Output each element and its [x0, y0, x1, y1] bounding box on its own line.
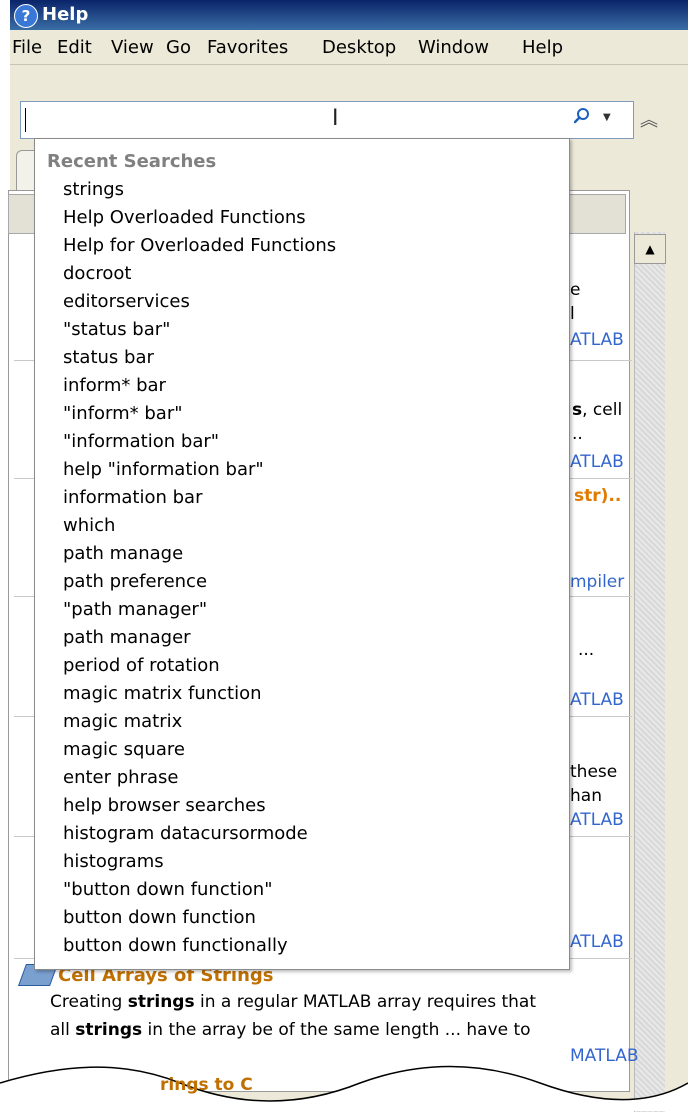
torn-edge [0, 1065, 688, 1111]
recent-search-item[interactable]: editorservices [63, 291, 190, 312]
result-snippet-line: all strings in the array be of the same … [50, 1020, 531, 1040]
chevron-down-icon[interactable]: ▼ [603, 112, 611, 123]
recent-search-item[interactable]: path manage [63, 543, 183, 564]
menu-edit[interactable]: Edit [57, 37, 92, 58]
recent-search-item[interactable]: path preference [63, 571, 207, 592]
result-fragment: .. [572, 424, 583, 444]
result-fragment: han [570, 786, 602, 806]
result-source[interactable]: ATLAB [570, 690, 624, 710]
recent-searches-dropdown: Recent Searches strings Help Overloaded … [34, 138, 570, 970]
result-fragment: s, cell [572, 400, 623, 420]
result-source[interactable]: ATLAB [570, 330, 624, 350]
recent-search-item[interactable]: histogram datacursormode [63, 823, 308, 844]
text-caret [25, 108, 26, 132]
recent-search-item[interactable]: magic matrix function [63, 683, 262, 704]
window-title: Help [42, 4, 89, 25]
recent-search-item[interactable]: magic matrix [63, 711, 182, 732]
recent-search-item[interactable]: Help Overloaded Functions [63, 207, 306, 228]
recent-search-item[interactable]: histograms [63, 851, 164, 872]
result-fragment: these [570, 762, 618, 782]
recent-search-item[interactable]: "button down function" [63, 879, 272, 900]
result-snippet-line: Creating strings in a regular MATLAB arr… [50, 992, 537, 1012]
menu-help[interactable]: Help [522, 37, 563, 58]
menu-go[interactable]: Go [166, 37, 191, 58]
recent-search-item[interactable]: period of rotation [63, 655, 220, 676]
menu-desktop[interactable]: Desktop [322, 37, 396, 58]
menu-file[interactable]: File [12, 37, 42, 58]
recent-search-item[interactable]: inform* bar [63, 375, 166, 396]
result-source[interactable]: ATLAB [570, 810, 624, 830]
recent-search-item[interactable]: Help for Overloaded Functions [63, 235, 336, 256]
scroll-up-button[interactable]: ▲ [634, 234, 666, 264]
recent-search-item[interactable]: help browser searches [63, 795, 266, 816]
magnifier-icon[interactable] [574, 108, 590, 124]
vertical-scrollbar[interactable] [634, 232, 665, 1112]
menu-favorites[interactable]: Favorites [207, 37, 288, 58]
result-source[interactable]: ATLAB [570, 452, 624, 472]
menu-window[interactable]: Window [418, 37, 489, 58]
double-chevron-up-icon[interactable]: ︽ [640, 106, 658, 132]
result-source[interactable]: ATLAB [570, 932, 624, 952]
recent-search-item[interactable]: magic square [63, 739, 185, 760]
recent-search-item[interactable]: help "information bar" [63, 459, 264, 480]
recent-search-item[interactable]: strings [63, 179, 124, 200]
result-fragment: l [570, 304, 575, 324]
menu-view[interactable]: View [111, 37, 154, 58]
recent-search-item[interactable]: "information bar" [63, 431, 219, 452]
recent-search-item[interactable]: information bar [63, 487, 202, 508]
result-source[interactable]: mpiler [570, 572, 624, 592]
recent-search-item[interactable]: "inform* bar" [63, 403, 183, 424]
search-input[interactable]: I ▼ [20, 101, 634, 139]
recent-search-item[interactable]: button down function [63, 907, 256, 928]
menu-bar: File Edit View Go Favorites Desktop Wind… [10, 30, 688, 65]
recent-search-item[interactable]: docroot [63, 263, 131, 284]
recent-search-item[interactable]: enter phrase [63, 767, 178, 788]
result-fragment: e [570, 280, 581, 300]
recent-search-item[interactable]: which [63, 515, 115, 536]
recent-search-item[interactable]: button down functionally [63, 935, 288, 956]
next-result-title-fragment[interactable]: rings to C [160, 1075, 253, 1095]
recent-search-item[interactable]: "status bar" [63, 319, 170, 340]
recent-search-item[interactable]: status bar [63, 347, 154, 368]
recent-search-item[interactable]: path manager [63, 627, 191, 648]
help-question-icon: ? [14, 4, 38, 28]
title-bar: ? Help [10, 0, 688, 30]
result-title-fragment[interactable]: str).. [574, 486, 621, 506]
result-fragment: ... [578, 640, 595, 660]
recent-searches-heading: Recent Searches [47, 151, 217, 172]
ibeam-cursor-icon: I [332, 106, 339, 131]
recent-search-item[interactable]: "path manager" [63, 599, 207, 620]
